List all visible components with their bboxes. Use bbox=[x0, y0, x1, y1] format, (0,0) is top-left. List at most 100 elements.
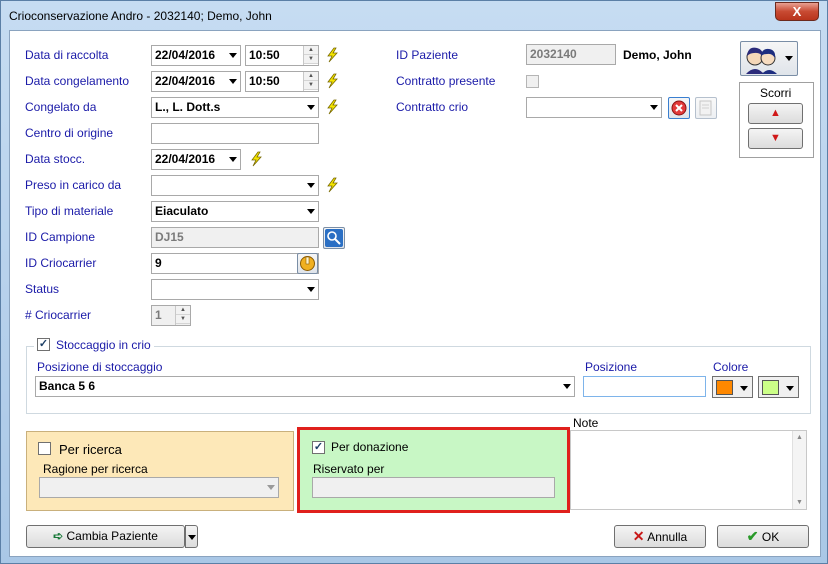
lightning-icon[interactable] bbox=[324, 73, 340, 89]
data-congelamento-date-picker[interactable]: 22/04/2016 bbox=[151, 71, 241, 92]
posizione-stoccaggio-value: Banca 5 6 bbox=[39, 379, 96, 393]
riservato-per-input[interactable] bbox=[312, 477, 555, 498]
donazione-checkbox[interactable]: ✓ bbox=[312, 441, 325, 454]
title-bar[interactable]: Crioconservazione Andro - 2032140; Demo,… bbox=[1, 1, 827, 29]
close-button[interactable]: X bbox=[775, 2, 819, 21]
congelato-da-select[interactable]: L., L. Dott.s bbox=[151, 97, 319, 118]
ricerca-checkbox[interactable] bbox=[38, 442, 51, 455]
cambia-paziente-button[interactable]: ➪ Cambia Paziente bbox=[26, 525, 185, 548]
data-raccolta-label: Data di raccolta bbox=[25, 48, 109, 62]
note-label: Note bbox=[573, 416, 599, 430]
data-raccolta-date: 22/04/2016 bbox=[155, 48, 216, 62]
data-congelamento-time: 10:50 bbox=[249, 74, 280, 88]
open-contract-button[interactable] bbox=[695, 97, 717, 119]
data-raccolta-date-picker[interactable]: 22/04/2016 bbox=[151, 45, 241, 66]
clear-contract-button[interactable] bbox=[668, 97, 690, 119]
contratto-crio-select[interactable] bbox=[526, 97, 662, 118]
riservato-per-label: Riservato per bbox=[313, 462, 385, 476]
tipo-materiale-select[interactable]: Eiaculato bbox=[151, 201, 319, 222]
chevron-down-icon bbox=[229, 53, 237, 58]
data-congelamento-label: Data congelamento bbox=[25, 74, 130, 88]
centro-origine-input[interactable] bbox=[151, 123, 319, 144]
annulla-button[interactable]: ✕ Annulla bbox=[614, 525, 706, 548]
status-select[interactable] bbox=[151, 279, 319, 300]
tipo-materiale-value: Eiaculato bbox=[155, 204, 209, 218]
criocarrier-pick-button[interactable] bbox=[297, 253, 318, 274]
scroll-down-button[interactable]: ▼ bbox=[748, 128, 803, 149]
colore-label: Colore bbox=[713, 360, 749, 374]
data-congelamento-time-spinner[interactable]: 10:50 ▲ ▼ bbox=[245, 71, 319, 92]
spin-up-icon[interactable]: ▲ bbox=[304, 72, 318, 81]
spin-down-icon[interactable]: ▼ bbox=[304, 81, 318, 90]
scroll-up-button[interactable]: ▲ bbox=[748, 103, 803, 124]
chevron-down-icon bbox=[307, 209, 315, 214]
chevron-down-icon bbox=[188, 535, 196, 540]
posizione-stoccaggio-label: Posizione di stoccaggio bbox=[37, 360, 163, 374]
data-stocc-date-picker[interactable]: 22/04/2016 bbox=[151, 149, 241, 170]
scroll-up-icon[interactable]: ▲ bbox=[796, 434, 803, 441]
id-criocarrier-label: ID Criocarrier bbox=[25, 256, 97, 270]
window-title: Crioconservazione Andro - 2032140; Demo,… bbox=[9, 9, 272, 23]
data-stocc-label: Data stocc. bbox=[25, 152, 86, 166]
ragione-ricerca-select[interactable] bbox=[39, 477, 279, 498]
spin-down-icon[interactable]: ▼ bbox=[304, 55, 318, 64]
ricerca-checkbox-label: Per ricerca bbox=[59, 442, 122, 457]
id-paziente-label: ID Paziente bbox=[396, 48, 459, 62]
chevron-down-icon bbox=[307, 287, 315, 292]
spin-up-icon[interactable]: ▲ bbox=[176, 306, 190, 315]
document-icon bbox=[699, 100, 712, 116]
chevron-down-icon bbox=[229, 157, 237, 162]
preso-in-carico-label: Preso in carico da bbox=[25, 178, 122, 192]
cross-icon: ✕ bbox=[632, 528, 645, 544]
lightning-icon[interactable] bbox=[324, 47, 340, 63]
id-paziente-input: 2032140 bbox=[526, 44, 616, 65]
scroll-box: Scorri ▲ ▼ bbox=[739, 82, 814, 158]
note-textarea[interactable]: ▲ ▼ bbox=[570, 430, 807, 510]
num-criocarrier-spinner[interactable]: 1 ▲ ▼ bbox=[151, 305, 191, 326]
cambia-paziente-dropdown[interactable] bbox=[185, 525, 198, 548]
contratto-presente-checkbox[interactable] bbox=[526, 75, 539, 88]
donazione-checkbox-label: Per donazione bbox=[331, 440, 409, 454]
donazione-panel: ✓ Per donazione Riservato per bbox=[297, 427, 570, 513]
preso-in-carico-select[interactable] bbox=[151, 175, 319, 196]
lightning-icon[interactable] bbox=[248, 151, 264, 167]
congelato-da-label: Congelato da bbox=[25, 100, 97, 114]
chevron-down-icon bbox=[650, 105, 658, 110]
spin-up-icon[interactable]: ▲ bbox=[304, 46, 318, 55]
tipo-materiale-label: Tipo di materiale bbox=[25, 204, 114, 218]
scroll-down-icon[interactable]: ▼ bbox=[796, 499, 803, 506]
spin-down-icon[interactable]: ▼ bbox=[176, 315, 190, 324]
dialog-window: Crioconservazione Andro - 2032140; Demo,… bbox=[0, 0, 828, 564]
patient-menu-button[interactable] bbox=[740, 41, 798, 76]
chevron-down-icon bbox=[785, 56, 793, 61]
color-picker-2[interactable] bbox=[758, 376, 799, 398]
posizione-input[interactable] bbox=[583, 376, 706, 397]
magnifier-icon bbox=[325, 229, 343, 247]
arrow-right-icon: ➪ bbox=[53, 529, 64, 543]
data-raccolta-time-spinner[interactable]: 10:50 ▲ ▼ bbox=[245, 45, 319, 66]
lightning-icon[interactable] bbox=[324, 99, 340, 115]
ricerca-panel: Per ricerca Ragione per ricerca bbox=[26, 431, 294, 511]
chevron-down-icon bbox=[307, 183, 315, 188]
num-criocarrier-value: 1 bbox=[155, 308, 162, 322]
data-congelamento-date: 22/04/2016 bbox=[155, 74, 216, 88]
ok-button[interactable]: ✔ OK bbox=[717, 525, 809, 548]
note-scrollbar[interactable]: ▲ ▼ bbox=[792, 431, 806, 509]
checkmark-icon: ✔ bbox=[746, 528, 759, 544]
id-campione-input[interactable]: DJ15 bbox=[151, 227, 319, 248]
lightning-icon[interactable] bbox=[324, 177, 340, 193]
posizione-stoccaggio-select[interactable]: Banca 5 6 bbox=[35, 376, 575, 397]
search-sample-button[interactable] bbox=[323, 227, 345, 249]
id-criocarrier-input[interactable]: 9 bbox=[151, 253, 319, 274]
data-stocc-date: 22/04/2016 bbox=[155, 152, 216, 166]
posizione-label: Posizione bbox=[585, 360, 638, 374]
contratto-presente-label: Contratto presente bbox=[396, 74, 496, 88]
storage-checkbox[interactable]: ✓ bbox=[37, 338, 50, 351]
ok-label: OK bbox=[761, 530, 780, 544]
centro-origine-label: Centro di origine bbox=[25, 126, 114, 140]
ragione-ricerca-label: Ragione per ricerca bbox=[43, 462, 148, 476]
chevron-down-icon bbox=[267, 485, 275, 490]
hand-pointer-icon bbox=[300, 256, 315, 271]
couple-icon bbox=[746, 47, 777, 74]
color-picker-1[interactable] bbox=[712, 376, 753, 398]
